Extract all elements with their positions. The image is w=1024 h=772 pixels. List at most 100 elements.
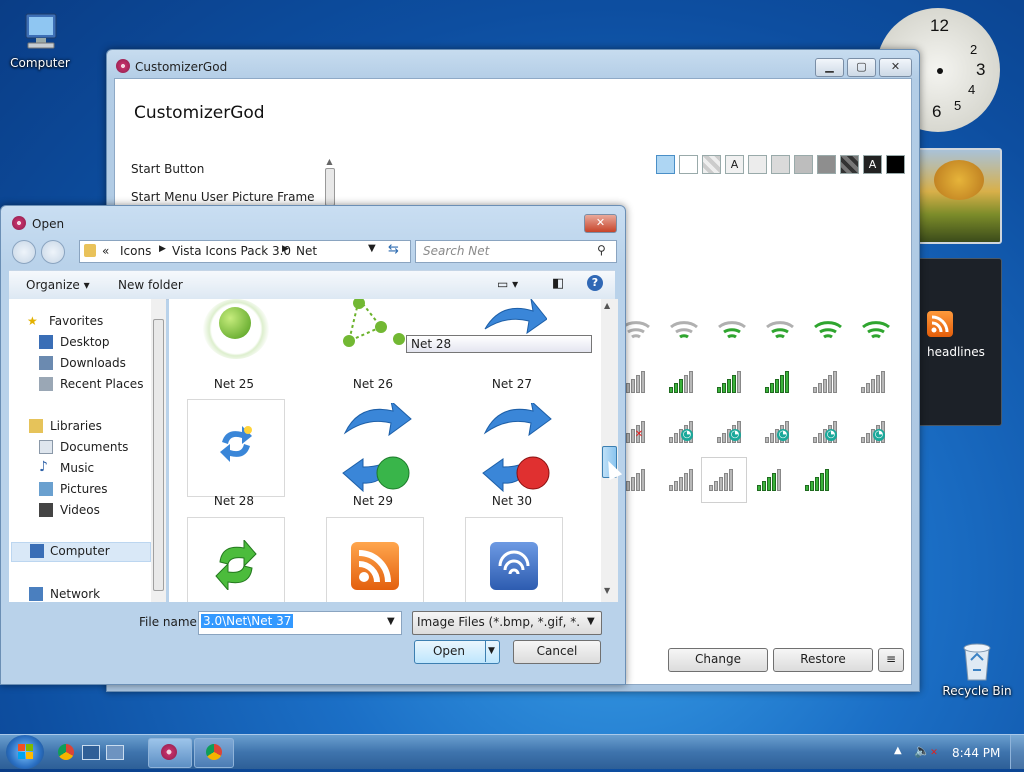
net-30-icon[interactable]	[481, 399, 557, 493]
list-item[interactable]: Start Menu User Picture Frame	[131, 190, 315, 204]
desktop-quicklaunch-icon[interactable]	[82, 745, 100, 760]
swatch-gray-4[interactable]	[817, 155, 836, 174]
system-clock[interactable]: 8:44 PM	[952, 746, 1000, 760]
swatch-gray-1[interactable]	[748, 155, 767, 174]
nav-downloads[interactable]: Downloads	[39, 355, 126, 371]
chrome-quicklaunch-icon[interactable]	[58, 744, 74, 760]
file-name-dropdown-icon[interactable]: ▼	[387, 616, 395, 627]
list-item[interactable]: Start Button	[131, 162, 204, 176]
search-input[interactable]: Search Net	[423, 244, 489, 258]
explorer-quicklaunch-icon[interactable]	[106, 745, 124, 760]
signal-bars-icon[interactable]	[861, 369, 891, 393]
forward-button[interactable]	[41, 240, 65, 264]
wifi-signal-icon[interactable]	[717, 319, 747, 345]
net-25-icon[interactable]	[203, 299, 269, 359]
preview-pane-icon[interactable]: ◧	[552, 276, 564, 291]
breadcrumb-overflow[interactable]: «	[102, 244, 109, 258]
list-scrollbar[interactable]: ▲	[324, 157, 335, 209]
swatch-black[interactable]	[886, 155, 905, 174]
file-type-select[interactable]: Image Files (*.bmp, *.gif, *.jpg, ▼	[412, 611, 602, 635]
menu-button[interactable]: ≡	[878, 648, 904, 672]
file-type-dropdown-icon[interactable]: ▼	[587, 616, 595, 627]
swatch-light-blue[interactable]	[656, 155, 675, 174]
file-name-field[interactable]: 3.0\Net\Net 37 ▼	[198, 611, 402, 635]
signal-bars-icon[interactable]	[805, 467, 835, 491]
file-tile-rss[interactable]	[326, 517, 424, 602]
show-desktop-button[interactable]	[1010, 735, 1024, 769]
swatch-gray-3[interactable]	[794, 155, 813, 174]
scroll-up-arrow-icon[interactable]: ▲	[324, 157, 335, 166]
feed-headlines-gadget[interactable]: headlines	[916, 258, 1002, 426]
organize-button[interactable]: Organize ▾	[26, 278, 90, 292]
search-box[interactable]: Search Net ⚲	[415, 240, 617, 263]
nav-desktop[interactable]: Desktop	[39, 334, 110, 350]
file-tile-refresh[interactable]	[187, 517, 285, 602]
change-button[interactable]: Change	[668, 648, 768, 672]
slideshow-gadget[interactable]	[916, 148, 1002, 244]
signal-bars-icon[interactable]: ◔	[669, 419, 699, 443]
signal-bars-icon[interactable]	[765, 369, 795, 393]
open-split-arrow-icon[interactable]: ▼	[485, 641, 495, 662]
address-bar[interactable]: « Icons ▶ Vista Icons Pack 3.0 ▶ Net ▼ ⇆	[79, 240, 411, 263]
back-button[interactable]	[12, 240, 36, 264]
signal-bars-icon[interactable]: ◔	[765, 419, 795, 443]
signal-bars-icon[interactable]: ◔	[717, 419, 747, 443]
nav-pictures[interactable]: Pictures	[39, 481, 108, 497]
wifi-signal-icon[interactable]	[669, 319, 699, 345]
signal-bars-icon[interactable]	[709, 467, 739, 491]
restore-button[interactable]: Restore	[773, 648, 873, 672]
open-dialog[interactable]: Open ✕ « Icons ▶ Vista Icons Pack 3.0 ▶ …	[0, 205, 626, 685]
swatch-gray-2[interactable]	[771, 155, 790, 174]
dialog-close-button[interactable]: ✕	[584, 214, 617, 233]
volume-muted-icon[interactable]: 🔈✕	[914, 744, 938, 759]
address-dropdown-icon[interactable]: ▼	[368, 243, 376, 254]
file-tile-net-28[interactable]	[187, 399, 285, 497]
swatch-letter-dark[interactable]: A	[863, 155, 882, 174]
scroll-thumb[interactable]	[325, 168, 335, 206]
wifi-signal-icon[interactable]	[765, 319, 795, 345]
start-button[interactable]	[6, 735, 44, 769]
nav-network[interactable]: Network	[29, 586, 100, 602]
close-button[interactable]: ✕	[879, 58, 912, 77]
breadcrumb-icons[interactable]: Icons	[120, 244, 151, 258]
open-button[interactable]: Open ▼	[414, 640, 500, 664]
nav-favorites[interactable]: ★ Favorites	[27, 313, 103, 329]
file-label-net-26[interactable]: Net 26	[318, 377, 428, 391]
new-folder-button[interactable]: New folder	[118, 278, 183, 292]
file-name-value[interactable]: 3.0\Net\Net 37	[201, 614, 294, 628]
signal-bars-icon[interactable]	[717, 369, 747, 393]
signal-bars-icon[interactable]	[813, 369, 843, 393]
signal-bars-icon[interactable]: ◔	[861, 419, 891, 443]
scroll-down-arrow-icon[interactable]: ▼	[604, 586, 610, 595]
nav-computer[interactable]: Computer	[11, 542, 151, 562]
scroll-up-arrow-icon[interactable]: ▲	[604, 301, 610, 310]
nav-videos[interactable]: Videos	[39, 502, 100, 518]
file-label-net-29[interactable]: Net 29	[318, 494, 428, 508]
desktop-recycle-bin[interactable]: Recycle Bin	[936, 638, 1018, 698]
signal-bars-icon[interactable]	[669, 467, 699, 491]
nav-libraries[interactable]: Libraries	[29, 418, 102, 434]
file-tile-wireless[interactable]	[465, 517, 563, 602]
minimize-button[interactable]: ▁	[815, 58, 844, 77]
signal-bars-icon[interactable]: ◔	[813, 419, 843, 443]
file-label-net-27[interactable]: Net 27	[457, 377, 567, 391]
signal-bars-icon[interactable]	[757, 467, 787, 491]
taskbar-customizer-button[interactable]	[148, 738, 192, 768]
net-29-icon[interactable]	[341, 399, 417, 493]
swatch-white[interactable]	[679, 155, 698, 174]
wifi-signal-icon[interactable]	[861, 319, 891, 345]
nav-scroll-thumb[interactable]	[153, 319, 164, 591]
swatch-dark-checker[interactable]	[840, 155, 859, 174]
file-scrollbar[interactable]: ▲ ▼	[601, 299, 618, 602]
net-26-icon[interactable]	[341, 299, 407, 359]
nav-music[interactable]: ♪ Music	[39, 459, 94, 476]
nav-recent-places[interactable]: Recent Places	[39, 376, 143, 392]
maximize-button[interactable]: ▢	[847, 58, 876, 77]
wifi-signal-icon[interactable]	[813, 319, 843, 345]
view-options-icon[interactable]: ▭ ▾	[497, 277, 518, 291]
file-label-net-25[interactable]: Net 25	[179, 377, 289, 391]
breadcrumb-pack[interactable]: Vista Icons Pack 3.0	[172, 244, 291, 258]
breadcrumb-net[interactable]: Net	[296, 244, 317, 258]
nav-documents[interactable]: Documents	[39, 439, 128, 455]
file-label-net-28[interactable]: Net 28	[179, 494, 289, 508]
